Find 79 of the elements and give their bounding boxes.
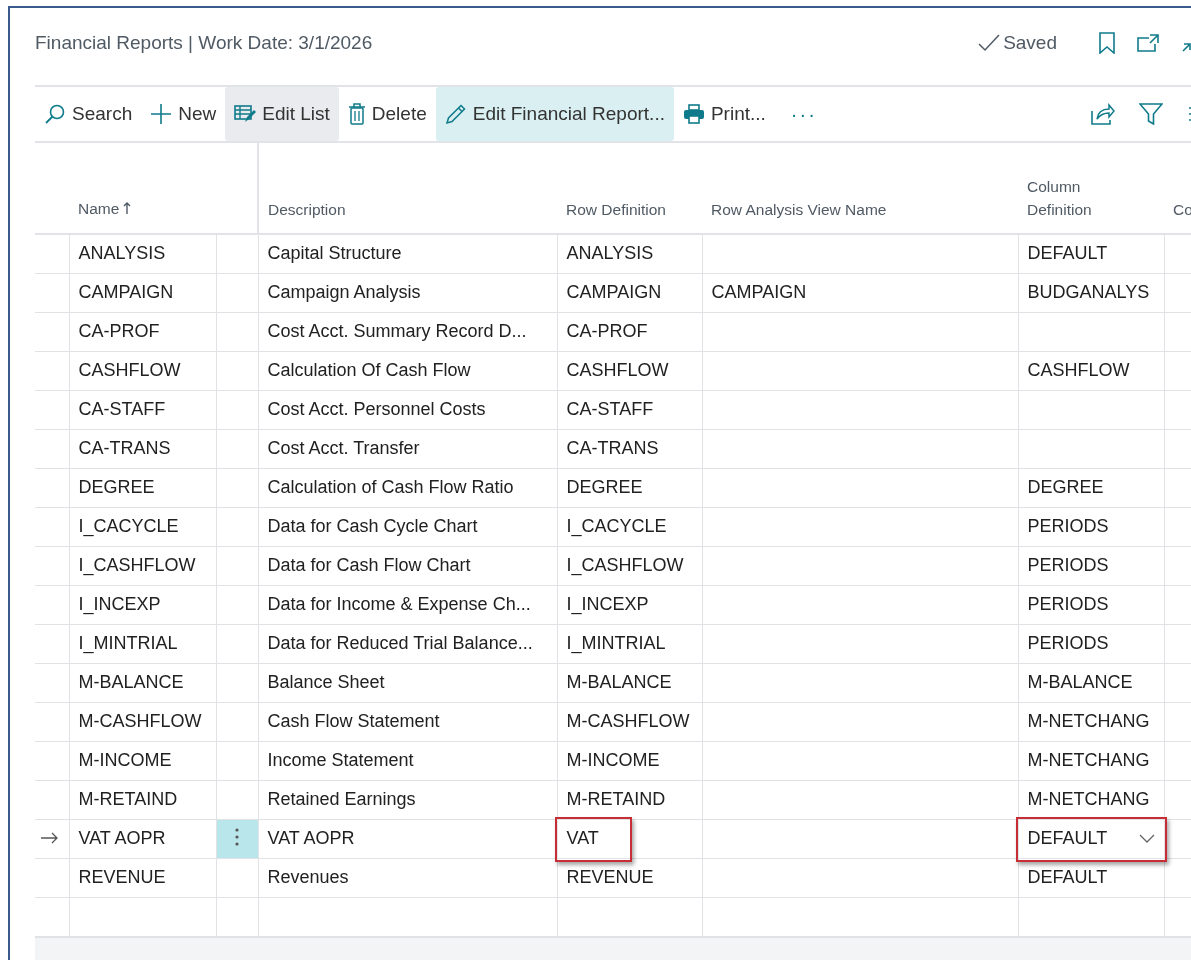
table-cell: I_CACYCLE [78,516,179,536]
table-cell: CA-PROF [566,321,648,341]
table-cell: DEFAULT [1027,867,1108,887]
table-cell: I_INCEXP [78,594,161,614]
table-cell: VAT AOPR [78,828,166,848]
table-cell: CA-STAFF [78,399,166,419]
save-status: Saved [1003,32,1057,54]
table-cell: Campaign Analysis [267,282,421,302]
table-cell: Data for Reduced Trial Balance... [267,633,533,653]
column-header[interactable]: Row Definition [566,201,666,218]
table-cell: VAT [566,828,599,848]
table-cell: CA-PROF [78,321,160,341]
table-cell: M-BALANCE [78,672,184,692]
column-header[interactable]: Column Definition [1027,175,1117,221]
table-cell: CA-TRANS [78,438,171,458]
table-cell: DEFAULT [1027,243,1108,264]
table-cell: I_INCEXP [566,594,649,614]
table-cell: ANALYSIS [78,243,166,264]
table-cell: PERIODS [1027,594,1109,614]
table-cell: PERIODS [1027,633,1109,653]
table-cell: CA-TRANS [566,438,659,458]
new-button[interactable]: New [141,87,226,141]
table-cell: M-RETAIND [566,789,666,809]
table-cell: I_CASHFLOW [566,555,684,575]
table-cell: CA-STAFF [566,399,654,419]
more-options-button[interactable]: ··· [774,87,833,141]
table-cell: Cost Acct. Summary Record D... [267,321,527,341]
table-cell: ANALYSIS [566,243,654,264]
delete-button[interactable]: Delete [338,87,436,141]
table-cell: BUDGANALYS [1027,282,1150,302]
table-cell: Data for Cash Flow Chart [267,555,471,575]
table-cell: Balance Sheet [267,672,385,692]
table-cell: Data for Income & Expense Ch... [267,594,531,614]
table-cell: M-NETCHANG [1027,750,1150,770]
window-title: Financial Reports | Work Date: 3/1/2026 [35,32,373,54]
table-cell: DEGREE [566,477,643,497]
table-cell: CASHFLOW [566,360,669,380]
edit-list-button[interactable]: Edit List [225,87,339,141]
table-cell: Revenues [267,867,349,887]
edit-button[interactable]: Edit Financial Report... [435,87,674,141]
table-cell: M-CASHFLOW [566,711,690,731]
table-cell: I_CASHFLOW [78,555,196,575]
table-cell: I_CACYCLE [566,516,667,536]
table-cell: DEGREE [78,477,155,497]
table-cell: Calculation Of Cash Flow [267,360,471,380]
table-cell: M-BALANCE [566,672,672,692]
print-button[interactable]: Print... [673,87,775,141]
column-header[interactable]: Name [78,200,132,217]
table-cell: Data for Cash Cycle Chart [267,516,478,536]
table-cell: REVENUE [78,867,166,887]
table-cell: Income Statement [267,750,414,770]
search-button[interactable]: Search [35,87,142,141]
table-cell: CASHFLOW [78,360,181,380]
table-cell: CAMPAIGN [566,282,662,302]
table-cell: CAMPAIGN [711,282,807,302]
table-cell: CAMPAIGN [78,282,174,302]
table-cell: M-INCOME [566,750,660,770]
column-header[interactable]: Row Analysis View Name [711,201,887,218]
table-cell: REVENUE [566,867,654,887]
table-cell: DEGREE [1027,477,1104,497]
column-header[interactable]: Description [268,201,346,218]
table-cell: Capital Structure [267,243,402,264]
table-cell: M-NETCHANG [1027,711,1150,731]
table-cell: M-NETCHANG [1027,789,1150,809]
table-cell: VAT AOPR [267,828,355,848]
table-cell: PERIODS [1027,516,1109,536]
table-cell: I_MINTRIAL [566,633,666,653]
table-cell: Cost Acct. Personnel Costs [267,399,486,419]
table-cell: PERIODS [1027,555,1109,575]
table-cell: M-INCOME [78,750,172,770]
table-cell: CASHFLOW [1027,360,1130,380]
table-cell: M-RETAIND [78,789,178,809]
table-cell: Calculation of Cash Flow Ratio [267,477,514,497]
table-cell: Retained Earnings [267,789,416,809]
table-cell: M-BALANCE [1027,672,1133,692]
table-cell: Cost Acct. Transfer [267,438,420,458]
table-cell: Cash Flow Statement [267,711,440,731]
table-cell: I_MINTRIAL [78,633,178,653]
table-cell: M-CASHFLOW [78,711,202,731]
